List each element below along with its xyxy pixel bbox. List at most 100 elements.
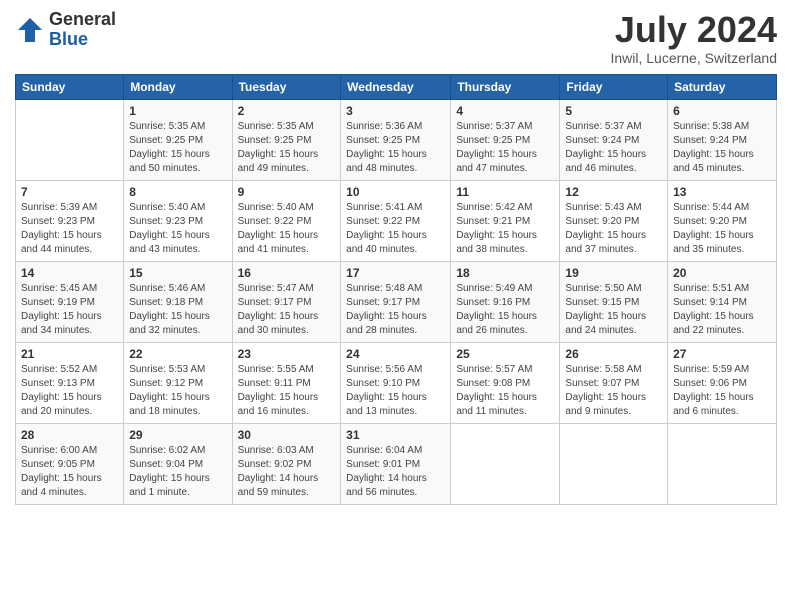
daylight-text: Daylight: 15 hours and 50 minutes.: [129, 149, 210, 174]
logo-text: General Blue: [49, 10, 116, 50]
calendar-cell: [16, 99, 124, 180]
sunset-text: Sunset: 9:17 PM: [346, 297, 420, 308]
sunset-text: Sunset: 9:20 PM: [565, 216, 639, 227]
calendar-cell: 11 Sunrise: 5:42 AMSunset: 9:21 PMDayligh…: [451, 180, 560, 261]
day-number: 7: [21, 185, 118, 199]
sunset-text: Sunset: 9:14 PM: [673, 297, 747, 308]
day-number: 14: [21, 266, 118, 280]
calendar-cell: 3Sunrise: 5:36 AMSunset: 9:25 PMDaylight…: [341, 99, 451, 180]
sunrise-text: Sunrise: 5:49 AM: [456, 283, 532, 294]
calendar-week-row: 21Sunrise: 5:52 AMSunset: 9:13 PMDayligh…: [16, 342, 777, 423]
day-info: Sunrise: 5:44 AMSunset: 9:20 PMDaylight:…: [673, 201, 771, 257]
daylight-text: Daylight: 15 hours and 45 minutes.: [673, 149, 754, 174]
calendar-cell: 1 Sunrise: 5:35 AM Sunset: 9:25 PM Daylight…: [124, 99, 232, 180]
daylight-text: Daylight: 15 hours and 38 minutes.: [456, 230, 537, 255]
daylight-text: Daylight: 15 hours and 44 minutes.: [21, 230, 102, 255]
day-info: Sunrise: 5:56 AM Sunset: 9:10 PM Daylight:…: [346, 363, 445, 419]
logo-blue: Blue: [49, 30, 116, 50]
calendar-cell: 28 Sunrise: 6:00 AMSunset: 9:05 PMDayligh…: [16, 423, 124, 504]
location: Inwil, Lucerne, Switzerland: [610, 50, 777, 66]
sunset-text: Sunset: 9:25 PM: [238, 135, 312, 146]
calendar-cell: [668, 423, 777, 504]
day-info: Sunrise: 5:51 AMSunset: 9:14 PMDaylight:…: [673, 282, 771, 338]
sunrise-text: Sunrise: 6:00 AM: [21, 445, 97, 456]
calendar-table: Sunday Monday Tuesday Wednesday Thursday…: [15, 74, 777, 505]
sunset-text: Sunset: 9:23 PM: [21, 216, 95, 227]
sunset-text: Sunset: 9:10 PM: [346, 378, 420, 389]
month-title: July 2024: [610, 10, 777, 50]
calendar-cell: 15Sunrise: 5:46 AMSunset: 9:18 PMDayligh…: [124, 261, 232, 342]
sunrise-text: Sunrise: 5:40 AM: [129, 202, 205, 213]
day-number: 11: [456, 185, 554, 199]
day-info: Sunrise: 5:57 AMSunset: 9:08 PMDaylight:…: [456, 363, 554, 419]
sunset-text: Sunset: 9:19 PM: [21, 297, 95, 308]
sunrise-text: Sunrise: 5:56 AM: [346, 364, 422, 375]
sunset-text: Sunset: 9:24 PM: [673, 135, 747, 146]
sunrise-text: Sunrise: 5:42 AM: [456, 202, 532, 213]
sunset-text: Sunset: 9:24 PM: [565, 135, 639, 146]
day-number: 20: [673, 266, 771, 280]
sunrise-text: Sunrise: 5:48 AM: [346, 283, 422, 294]
sunrise-text: Sunrise: 5:39 AM: [21, 202, 97, 213]
day-number: 22: [129, 347, 226, 361]
calendar-cell: 25 Sunrise: 5:57 AMSunset: 9:08 PMDayligh…: [451, 342, 560, 423]
calendar-week-row: 1 Sunrise: 5:35 AM Sunset: 9:25 PM Daylight…: [16, 99, 777, 180]
daylight-text: Daylight: 15 hours and 37 minutes.: [565, 230, 646, 255]
day-number: 12: [565, 185, 662, 199]
sunrise-text: Sunrise: 5:40 AM: [238, 202, 314, 213]
daylight-text: Daylight: 15 hours and 13 minutes.: [346, 392, 427, 417]
daylight-text: Daylight: 15 hours and 41 minutes.: [238, 230, 319, 255]
calendar-cell: 12 Sunrise: 5:43 AMSunset: 9:20 PMDayligh…: [560, 180, 668, 261]
sunset-text: Sunset: 9:25 PM: [346, 135, 420, 146]
day-number: 25: [456, 347, 554, 361]
sunrise-text: Sunrise: 5:36 AM: [346, 121, 422, 132]
daylight-text: Daylight: 15 hours and 4 minutes.: [21, 473, 102, 498]
calendar-cell: 27 Sunrise: 5:59 AMSunset: 9:06 PMDayligh…: [668, 342, 777, 423]
calendar-cell: 19Sunrise: 5:50 AMSunset: 9:15 PMDayligh…: [560, 261, 668, 342]
sunrise-text: Sunrise: 5:35 AM: [238, 121, 314, 132]
daylight-text: Daylight: 15 hours and 35 minutes.: [673, 230, 754, 255]
calendar-cell: [451, 423, 560, 504]
day-number: 1: [129, 104, 226, 118]
logo: General Blue: [15, 10, 116, 50]
daylight-text: Daylight: 15 hours and 20 minutes.: [21, 392, 102, 417]
sunrise-text: Sunrise: 6:02 AM: [129, 445, 205, 456]
day-info: Sunrise: 5:59 AMSunset: 9:06 PMDaylight:…: [673, 363, 771, 419]
sunset-text: Sunset: 9:11 PM: [238, 378, 311, 389]
day-number: 3: [346, 104, 445, 118]
calendar-cell: 4Sunrise: 5:37 AMSunset: 9:25 PMDaylight…: [451, 99, 560, 180]
day-info: Sunrise: 5:37 AMSunset: 9:24 PMDaylight:…: [565, 120, 662, 176]
day-number: 27: [673, 347, 771, 361]
sunrise-text: Sunrise: 5:35 AM: [129, 121, 205, 132]
calendar-cell: 10Sunrise: 5:41 AMSunset: 9:22 PMDayligh…: [341, 180, 451, 261]
daylight-text: Daylight: 15 hours and 32 minutes.: [129, 311, 210, 336]
col-tuesday: Tuesday: [232, 74, 341, 99]
daylight-text: Daylight: 15 hours and 40 minutes.: [346, 230, 427, 255]
day-number: 21: [21, 347, 118, 361]
day-info: Sunrise: 5:42 AMSunset: 9:21 PMDaylight:…: [456, 201, 554, 257]
day-info: Sunrise: 6:00 AMSunset: 9:05 PMDaylight:…: [21, 444, 118, 500]
daylight-text: Daylight: 15 hours and 46 minutes.: [565, 149, 646, 174]
sunset-text: Sunset: 9:20 PM: [673, 216, 747, 227]
calendar-week-row: 28 Sunrise: 6:00 AMSunset: 9:05 PMDayligh…: [16, 423, 777, 504]
day-info: Sunrise: 6:03 AMSunset: 9:02 PMDaylight:…: [238, 444, 336, 500]
day-info: Sunrise: 6:02 AMSunset: 9:04 PMDaylight:…: [129, 444, 226, 500]
daylight-text: Daylight: 15 hours and 11 minutes.: [456, 392, 537, 417]
calendar-cell: 2Sunrise: 5:35 AMSunset: 9:25 PMDaylight…: [232, 99, 341, 180]
day-number: 23: [238, 347, 336, 361]
daylight-text: Daylight: 15 hours and 6 minutes.: [673, 392, 754, 417]
day-info: Sunrise: 5:43 AMSunset: 9:20 PMDaylight:…: [565, 201, 662, 257]
day-info: Sunrise: 5:35 AM Sunset: 9:25 PM Daylight:…: [129, 120, 226, 176]
day-number: 28: [21, 428, 118, 442]
day-info: Sunrise: 5:46 AMSunset: 9:18 PMDaylight:…: [129, 282, 226, 338]
sunset-text: Sunset: 9:25 PM: [129, 135, 203, 146]
sunset-text: Sunset: 9:07 PM: [565, 378, 639, 389]
sunset-text: Sunset: 9:18 PM: [129, 297, 203, 308]
calendar-cell: 18Sunrise: 5:49 AMSunset: 9:16 PMDayligh…: [451, 261, 560, 342]
sunrise-text: Sunrise: 5:59 AM: [673, 364, 749, 375]
calendar-cell: 22Sunrise: 5:53 AMSunset: 9:12 PMDayligh…: [124, 342, 232, 423]
sunrise-text: Sunrise: 5:51 AM: [673, 283, 749, 294]
daylight-text: Daylight: 15 hours and 16 minutes.: [238, 392, 319, 417]
sunrise-text: Sunrise: 5:50 AM: [565, 283, 641, 294]
day-info: Sunrise: 5:36 AMSunset: 9:25 PMDaylight:…: [346, 120, 445, 176]
